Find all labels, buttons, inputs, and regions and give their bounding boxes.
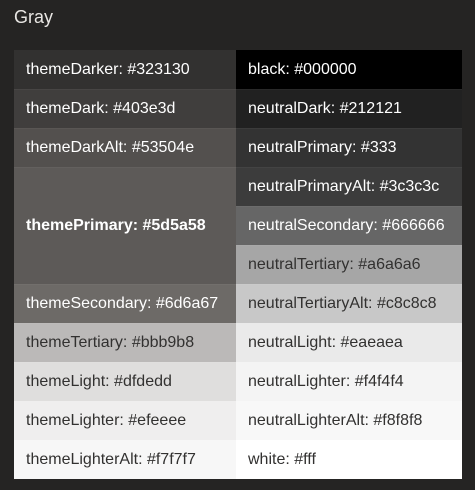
swatch-theme-dark: themeDark: #403e3d <box>14 89 236 128</box>
swatch-neutral-tertiary-alt: neutralTertiaryAlt: #c8c8c8 <box>236 284 462 323</box>
swatch-theme-light: themeLight: #dfdedd <box>14 362 236 401</box>
swatch-theme-primary: themePrimary: #5d5a58 <box>14 167 236 284</box>
swatch-theme-lighter-alt: themeLighterAlt: #f7f7f7 <box>14 440 236 479</box>
swatch-black: black: #000000 <box>236 50 462 89</box>
swatch-neutral-lighter: neutralLighter: #f4f4f4 <box>236 362 462 401</box>
swatch-theme-tertiary: themeTertiary: #bbb9b8 <box>14 323 236 362</box>
swatch-neutral-lighter-alt: neutralLighterAlt: #f8f8f8 <box>236 401 462 440</box>
swatch-neutral-primary-alt: neutralPrimaryAlt: #3c3c3c <box>236 167 462 206</box>
swatch-neutral-primary: neutralPrimary: #333 <box>236 128 462 167</box>
swatch-theme-darker: themeDarker: #323130 <box>14 50 236 89</box>
swatch-neutral-dark: neutralDark: #212121 <box>236 89 462 128</box>
theme-color-column: themeDarker: #323130 themeDark: #403e3d … <box>14 50 236 480</box>
section-title: Gray <box>14 7 54 27</box>
swatch-theme-dark-alt: themeDarkAlt: #53504e <box>14 128 236 167</box>
swatch-white: white: #fff <box>236 440 462 479</box>
swatch-neutral-secondary: neutralSecondary: #666666 <box>236 206 462 245</box>
swatch-theme-secondary: themeSecondary: #6d6a67 <box>14 284 236 323</box>
neutral-color-column: black: #000000 neutralDark: #212121 neut… <box>236 50 462 480</box>
swatch-neutral-tertiary: neutralTertiary: #a6a6a6 <box>236 245 462 284</box>
swatch-theme-lighter: themeLighter: #efeeee <box>14 401 236 440</box>
swatch-neutral-light: neutralLight: #eaeaea <box>236 323 462 362</box>
color-palette: themeDarker: #323130 themeDark: #403e3d … <box>14 50 462 480</box>
